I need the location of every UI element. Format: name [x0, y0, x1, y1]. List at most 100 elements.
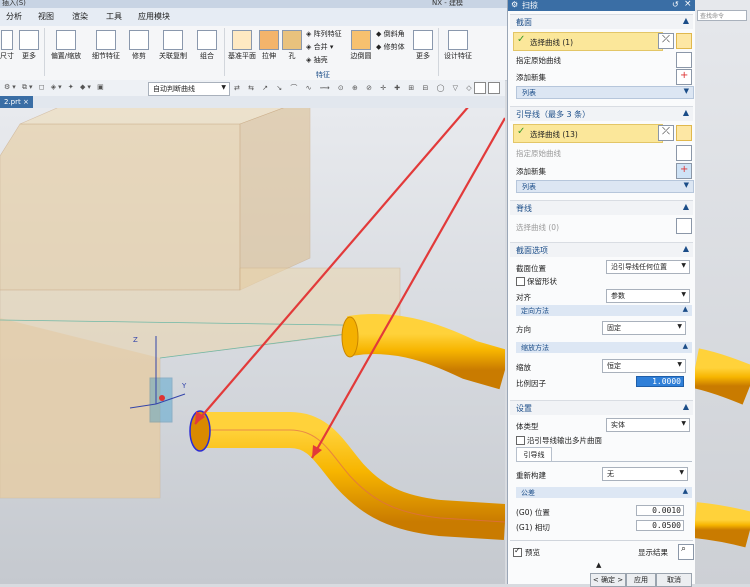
section-group-header[interactable]: 截面 ▲: [510, 14, 693, 29]
guide-select-curve[interactable]: ✓ 选择曲线 (13): [513, 124, 663, 143]
menu-fragment[interactable]: 插入(S): [2, 0, 26, 8]
detail-feature-button[interactable]: 细节特征: [88, 30, 124, 60]
g0-input[interactable]: 0.0010: [636, 505, 684, 516]
feature-group-label: 特征: [316, 71, 330, 79]
curve-select-icon[interactable]: [676, 33, 692, 49]
search-icon[interactable]: ⌕: [678, 544, 694, 560]
section-list-toggle[interactable]: 列表 ▼: [516, 86, 694, 99]
chevron-up-icon: ▲: [682, 305, 688, 313]
apply-button[interactable]: 应用: [626, 573, 656, 587]
command-search-input[interactable]: 查找命令: [697, 10, 747, 21]
trim-button[interactable]: 修剪: [126, 30, 152, 60]
section-position-dropdown[interactable]: 沿引导线任何位置 ▼: [606, 260, 690, 274]
graphics-window[interactable]: Z Y: [0, 108, 505, 584]
preserve-shape-label: 保留形状: [527, 277, 557, 286]
preview-checkbox[interactable]: ✓: [513, 546, 522, 557]
trim-icon: [129, 30, 149, 50]
datum-plane-icon: [232, 30, 252, 50]
more-button[interactable]: 更多: [18, 30, 40, 60]
trim-body-button[interactable]: ◆ 修剪体: [376, 41, 405, 54]
chamfer-button[interactable]: ◆ 倒斜角: [376, 28, 405, 41]
ok-button[interactable]: < 确定 >: [590, 573, 626, 587]
rebuild-dropdown[interactable]: 无 ▼: [602, 467, 688, 481]
datum-plane-button[interactable]: 基准平面: [228, 30, 256, 60]
preserve-shape-checkbox[interactable]: [516, 277, 525, 286]
section-specify-origin[interactable]: 指定原始曲线: [516, 55, 561, 66]
spine-group-header[interactable]: 脊线 ▲: [510, 200, 693, 215]
origin-curve-icon[interactable]: [676, 52, 692, 68]
toolbar-icons-left[interactable]: ⚙▾ ⧉▾ ◻ ◈▾ ✦ ◆▾ ▣: [4, 83, 106, 92]
orientation-header[interactable]: 定向方法 ▲: [516, 305, 692, 316]
scaling-dropdown[interactable]: 恒定 ▼: [602, 359, 686, 373]
guide-group-header[interactable]: 引导线（最多 3 条） ▲: [510, 106, 693, 121]
rebuild-label: 重新构建: [516, 471, 546, 480]
feature-more-button[interactable]: 更多: [412, 30, 434, 60]
add-set-icon[interactable]: +: [676, 69, 692, 85]
cancel-button[interactable]: 取消: [656, 573, 692, 587]
guide-list-toggle[interactable]: 列表 ▼: [516, 180, 694, 193]
shell-button[interactable]: ◈ 抽壳: [306, 54, 342, 67]
menu-tools[interactable]: 工具: [106, 11, 122, 22]
deselect-icon[interactable]: ⤫: [658, 125, 674, 141]
menu-analysis[interactable]: 分析: [6, 11, 22, 22]
dimension-button[interactable]: 尺寸: [0, 30, 14, 60]
associative-copy-button[interactable]: 关联复制: [154, 30, 192, 60]
chevron-down-icon: ▼: [677, 323, 682, 330]
add-set-icon[interactable]: +: [676, 163, 692, 179]
origin-curve-icon[interactable]: [676, 145, 692, 161]
curve-rule-dropdown[interactable]: 自动判断曲线 ▼: [148, 82, 230, 96]
svg-text:Y: Y: [181, 382, 187, 390]
g1-input[interactable]: 0.0500: [636, 520, 684, 531]
snap-icon[interactable]: [488, 82, 500, 94]
menu-render[interactable]: 渲染: [72, 11, 88, 22]
tolerance-header[interactable]: 公差 ▲: [516, 487, 692, 498]
guide-add-new-set[interactable]: 添加新集: [516, 166, 546, 177]
design-feature-button[interactable]: 设计特征: [440, 30, 476, 60]
curve-select-icon[interactable]: [676, 218, 692, 234]
view-icon[interactable]: [474, 82, 486, 94]
direction-dropdown[interactable]: 固定 ▼: [602, 321, 686, 335]
gear-icon[interactable]: ⚙: [511, 0, 518, 9]
scaling-label: 缩放: [516, 363, 531, 372]
spine-select-curve[interactable]: 选择曲线 (0): [516, 222, 559, 233]
chevron-up-icon: ▲: [682, 16, 689, 25]
combine-button[interactable]: 组合: [194, 30, 220, 60]
file-tab[interactable]: 2.prt ×: [0, 96, 33, 108]
chevron-up-icon: ▲: [682, 402, 689, 411]
section-select-curve[interactable]: ✓ 选择曲线 (1): [513, 32, 663, 51]
edge-blend-button[interactable]: 边倒圆: [348, 30, 374, 60]
reset-icon[interactable]: ↺: [672, 0, 679, 9]
toolbar-icons-right[interactable]: ⇄ ⇆ ↗ ↘ ⌒ ∿ ⟿ ⊙ ⊕ ⊘ ✛ ✚ ⊞ ⊟ ◯ ▽ ◇: [234, 83, 475, 93]
unite-button[interactable]: ◈ 合并 ▾: [306, 41, 342, 54]
collapse-icon[interactable]: ▲: [596, 561, 601, 569]
scale-factor-input[interactable]: 1.0000: [636, 376, 684, 387]
dimension-icon: [1, 30, 13, 50]
graphics-window-right[interactable]: 查找命令: [695, 0, 750, 584]
deselect-icon[interactable]: ⤫: [658, 33, 674, 49]
curve-select-icon[interactable]: [676, 125, 692, 141]
offset-scale-button[interactable]: 偏置/缩放: [46, 30, 86, 60]
section-options-header[interactable]: 截面选项 ▲: [510, 242, 693, 257]
body-type-dropdown[interactable]: 实体 ▼: [606, 418, 690, 432]
alignment-dropdown[interactable]: 参数 ▼: [606, 289, 690, 303]
close-icon[interactable]: ×: [23, 98, 29, 106]
chevron-up-icon: ▲: [682, 244, 689, 253]
pattern-feature-button[interactable]: ◈ 阵列特征: [306, 28, 342, 41]
menu-view[interactable]: 视图: [38, 11, 54, 22]
hole-button[interactable]: 孔: [282, 30, 302, 60]
section-add-new-set[interactable]: 添加新集: [516, 72, 546, 83]
guide-tab[interactable]: 引导线: [516, 447, 552, 462]
guide-specify-origin[interactable]: 指定原始曲线: [516, 148, 561, 159]
settings-header[interactable]: 设置 ▲: [510, 400, 693, 415]
scaling-header[interactable]: 缩放方法 ▲: [516, 342, 692, 353]
extrude-button[interactable]: 拉伸: [258, 30, 280, 60]
close-icon[interactable]: ×: [684, 0, 692, 9]
block-side: [239, 108, 311, 291]
chevron-down-icon: ▼: [677, 361, 682, 368]
g1-label: (G1) 相切: [516, 523, 550, 532]
menu-app-modules[interactable]: 应用模块: [138, 11, 170, 22]
check-icon: ✓: [517, 126, 526, 137]
pipe-right-upper-cont: [695, 348, 750, 405]
multi-face-checkbox[interactable]: [516, 436, 525, 445]
chevron-up-icon: ▲: [682, 342, 688, 350]
